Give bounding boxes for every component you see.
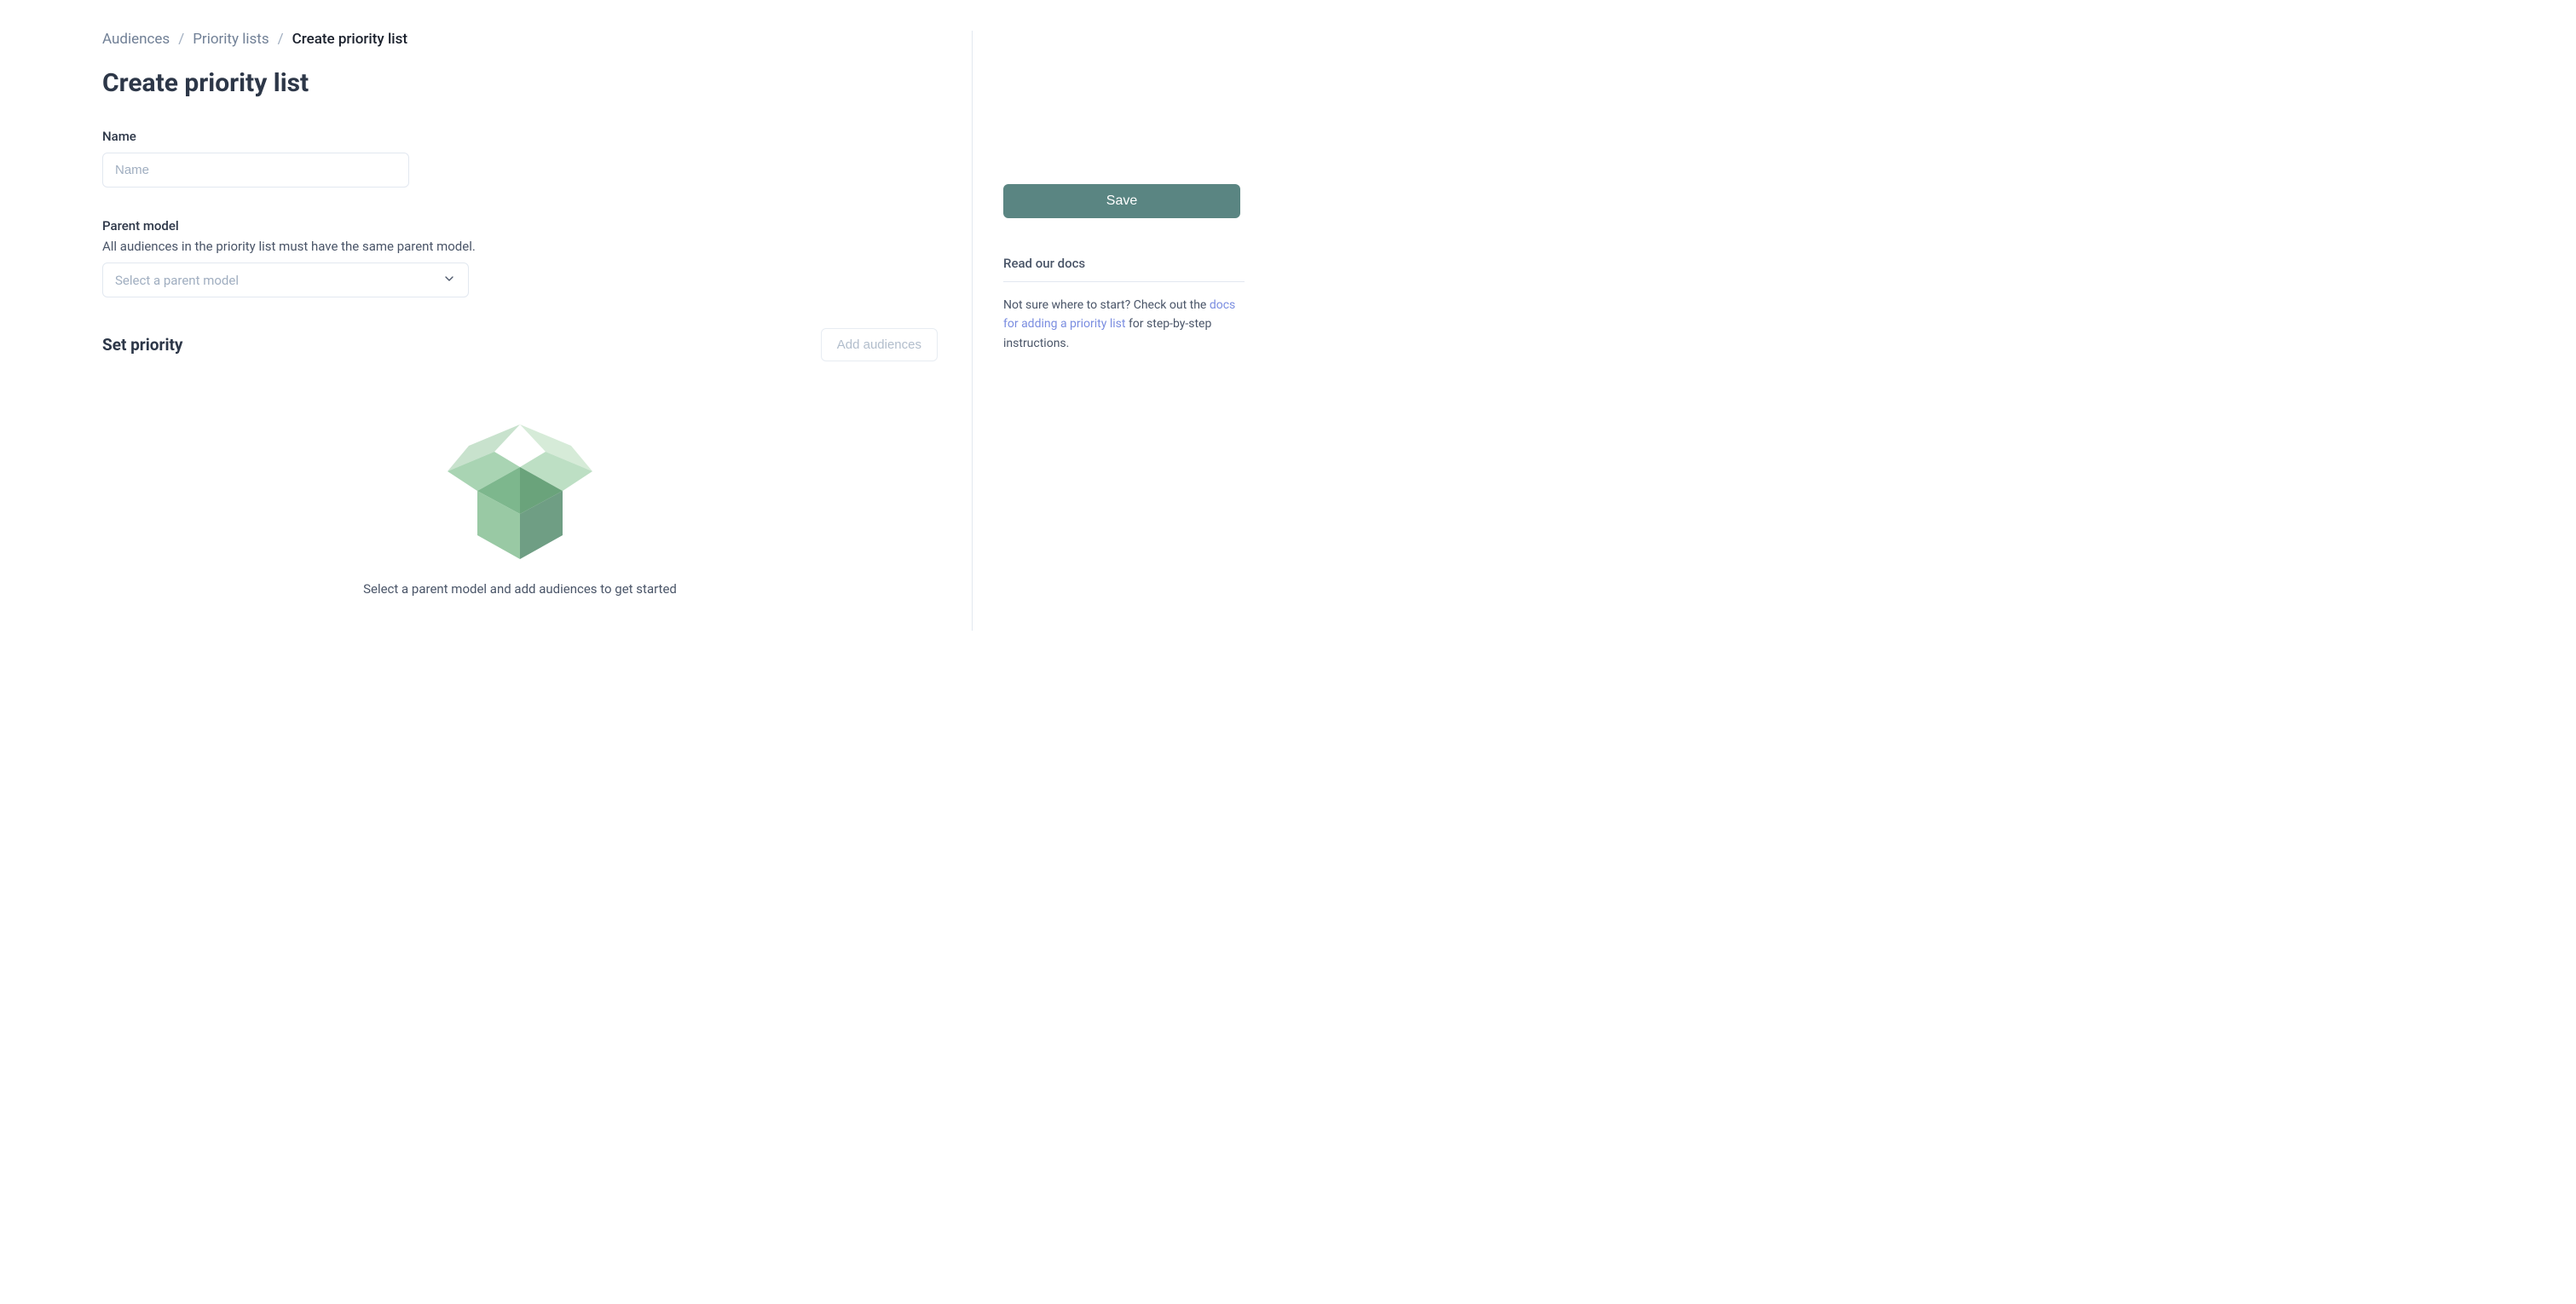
set-priority-header: Set priority Add audiences xyxy=(102,328,938,361)
parent-model-label: Parent model xyxy=(102,218,938,234)
breadcrumb: Audiences / Priority lists / Create prio… xyxy=(102,31,938,48)
name-field-block: Name xyxy=(102,129,938,188)
empty-state-message: Select a parent model and add audiences … xyxy=(363,581,677,597)
breadcrumb-current: Create priority list xyxy=(292,31,407,48)
chevron-down-icon xyxy=(442,272,456,289)
save-button[interactable]: Save xyxy=(1003,184,1240,218)
parent-model-helper: All audiences in the priority list must … xyxy=(102,239,938,254)
docs-text-before: Not sure where to start? Check out the xyxy=(1003,298,1210,312)
add-audiences-button[interactable]: Add audiences xyxy=(821,328,938,361)
breadcrumb-separator: / xyxy=(278,31,284,48)
parent-model-placeholder: Select a parent model xyxy=(115,273,239,288)
parent-model-field-block: Parent model All audiences in the priori… xyxy=(102,218,938,297)
empty-state: Select a parent model and add audiences … xyxy=(102,382,938,631)
name-input[interactable] xyxy=(102,153,409,188)
sidebar: Save Read our docs Not sure where to sta… xyxy=(972,31,1245,631)
set-priority-heading: Set priority xyxy=(102,335,183,355)
page-title: Create priority list xyxy=(102,68,938,98)
breadcrumb-priority-lists[interactable]: Priority lists xyxy=(193,31,269,48)
main-content: Audiences / Priority lists / Create prio… xyxy=(102,31,938,631)
docs-text: Not sure where to start? Check out the d… xyxy=(1003,296,1245,353)
parent-model-select[interactable]: Select a parent model xyxy=(102,263,469,297)
empty-box-icon xyxy=(435,416,605,561)
docs-heading: Read our docs xyxy=(1003,256,1245,282)
breadcrumb-separator: / xyxy=(178,31,184,48)
breadcrumb-audiences[interactable]: Audiences xyxy=(102,31,170,48)
name-label: Name xyxy=(102,129,938,144)
